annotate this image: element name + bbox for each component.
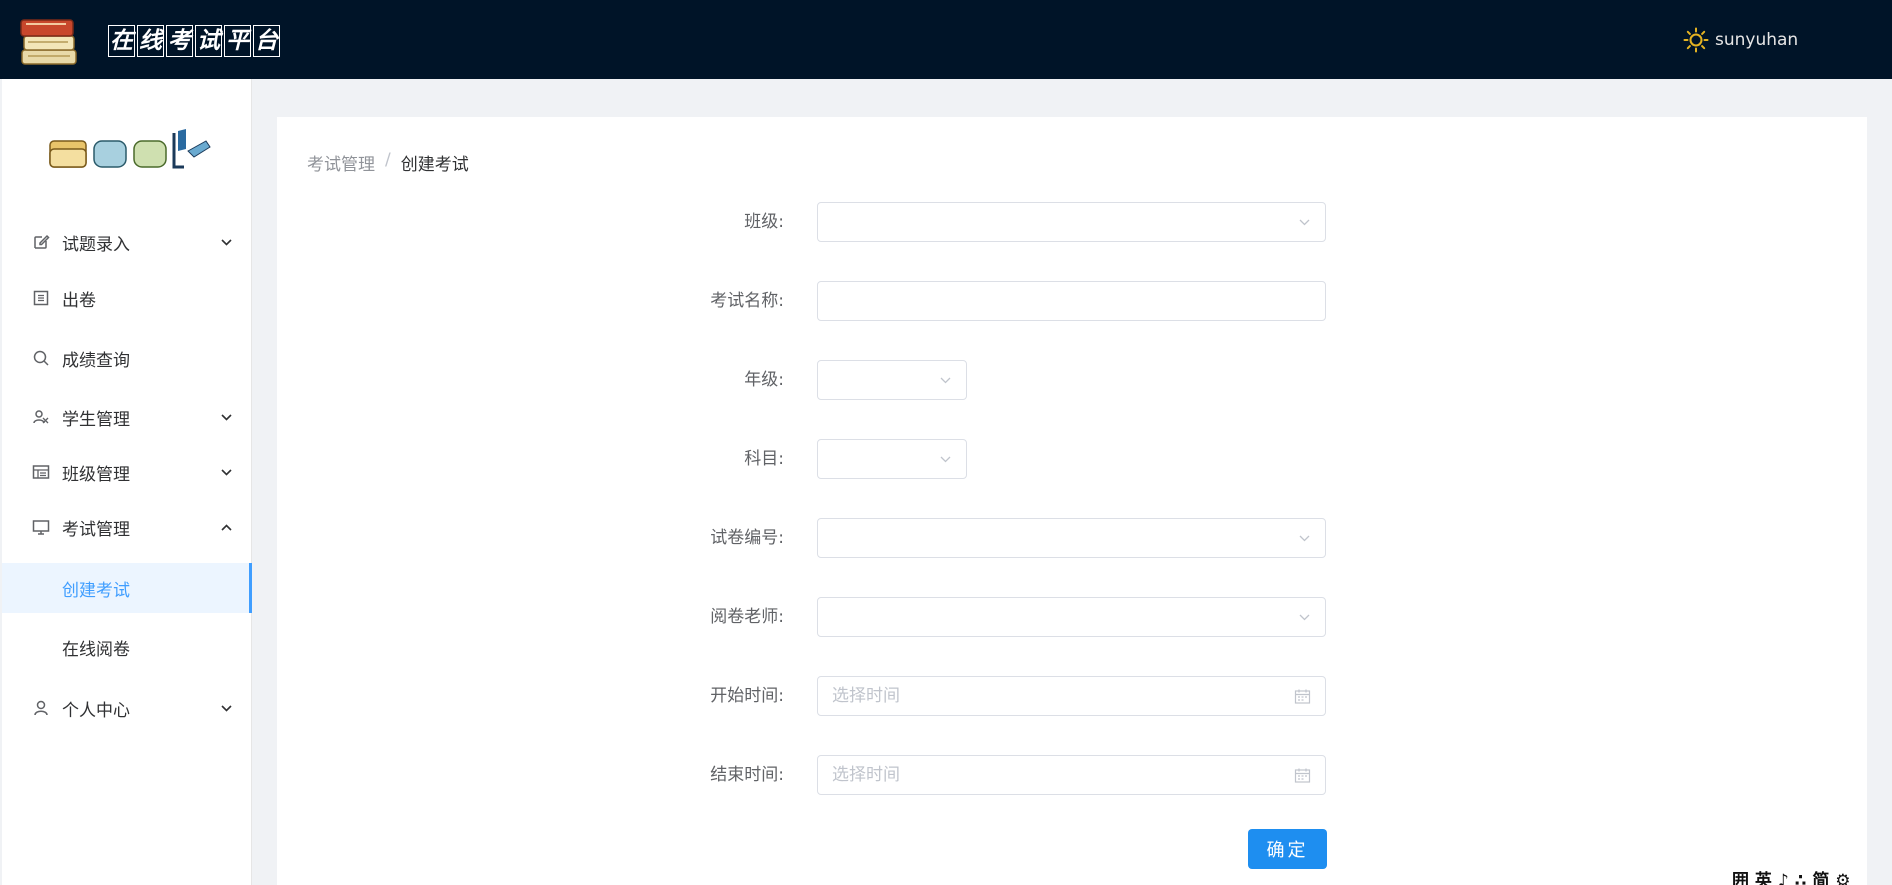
- form-row-class: 班级:: [277, 202, 1867, 242]
- chevron-down-icon: [1299, 535, 1310, 542]
- breadcrumb-create-exam: 创建考试: [400, 155, 469, 175]
- sidebar-item-score-query[interactable]: 成绩查询: [2, 330, 252, 386]
- form-row-end-time: 结束时间:: [277, 755, 1867, 795]
- sidebar-item-class-management[interactable]: 班级管理: [2, 444, 252, 500]
- sidebar-item-label: 学生管理: [62, 409, 130, 430]
- sidebar-item-personal-center[interactable]: 个人中心: [2, 680, 252, 736]
- main-card: 考试管理 / 创建考试 班级: 考试名称: 年级: 科目: 试卷编号: 阅卷老师…: [277, 117, 1867, 885]
- marking-teacher-select[interactable]: [817, 597, 1326, 637]
- sidebar-item-create-exam[interactable]: 创建考试: [2, 563, 252, 613]
- end-time-label: 结束时间:: [710, 765, 784, 785]
- app-title-char: 在: [108, 25, 135, 57]
- user-menu[interactable]: sunyuhan: [1683, 27, 1798, 53]
- subject-select[interactable]: [817, 439, 967, 479]
- form-row-grade: 年级:: [277, 360, 1867, 400]
- paper-number-label: 试卷编号:: [710, 528, 784, 548]
- grade-select[interactable]: [817, 360, 967, 400]
- app-title-char: 考: [166, 25, 193, 57]
- ime-toolbar-text: 囲 英 ♪ ∴ 简 ⚙: [1732, 871, 1851, 885]
- grade-label: 年级:: [744, 370, 784, 390]
- chevron-down-icon: [221, 413, 232, 421]
- calendar-icon: [1294, 768, 1311, 783]
- breadcrumb-exam-management[interactable]: 考试管理: [307, 150, 375, 175]
- user-icon: [34, 700, 48, 716]
- top-header: 在 线 考 试 平 台 sunyuhan: [0, 0, 1892, 79]
- breadcrumb-separator: /: [385, 150, 391, 170]
- edit-icon: [34, 234, 50, 249]
- app-title: 在 线 考 试 平 台: [108, 25, 280, 57]
- sidebar-item-label: 创建考试: [62, 580, 130, 601]
- ime-toolbar[interactable]: 囲 英 ♪ ∴ 简 ⚙: [1732, 866, 1851, 885]
- confirm-button[interactable]: 确定: [1248, 829, 1327, 869]
- sidebar-item-label: 试题录入: [62, 234, 130, 255]
- start-time-picker: [817, 676, 1326, 716]
- end-time-picker: [817, 755, 1326, 795]
- exam-name-label: 考试名称:: [710, 291, 784, 311]
- exam-name-input[interactable]: [818, 282, 1325, 320]
- form-row-exam-name: 考试名称:: [277, 281, 1867, 321]
- search-icon: [33, 350, 49, 366]
- app-title-char: 试: [195, 25, 222, 57]
- sidebar-item-make-paper[interactable]: 出卷: [2, 270, 252, 326]
- breadcrumb: 考试管理 / 创建考试: [307, 150, 469, 175]
- chevron-up-icon: [221, 523, 232, 531]
- chevron-down-icon: [1299, 219, 1310, 226]
- sidebar-item-label: 成绩查询: [62, 350, 130, 371]
- sidebar-item-label: 个人中心: [62, 700, 130, 721]
- sidebar: 试题录入 出卷 成绩查询 学生管理 班级管理 考试管理 创建考试 在线阅卷 个人…: [2, 79, 252, 885]
- book-logo-icon: [49, 129, 211, 169]
- sidebar-item-label: 在线阅卷: [62, 639, 130, 660]
- chevron-down-icon: [221, 468, 232, 476]
- chevron-down-icon: [940, 377, 951, 384]
- start-time-input[interactable]: [818, 677, 1325, 715]
- start-time-label: 开始时间:: [710, 686, 784, 706]
- marking-teacher-label: 阅卷老师:: [710, 607, 784, 627]
- chevron-down-icon: [940, 456, 951, 463]
- app-title-char: 台: [253, 25, 280, 57]
- app-title-char: 平: [224, 25, 251, 57]
- form-row-start-time: 开始时间:: [277, 676, 1867, 716]
- paper-number-select[interactable]: [817, 518, 1326, 558]
- sidebar-item-exam-management[interactable]: 考试管理: [2, 499, 252, 555]
- monitor-icon: [32, 520, 50, 535]
- sidebar-item-label: 班级管理: [62, 464, 130, 485]
- chevron-down-icon: [221, 704, 232, 712]
- sidebar-item-student-management[interactable]: 学生管理: [2, 389, 252, 445]
- form-row-paper-number: 试卷编号:: [277, 518, 1867, 558]
- sidebar-item-online-marking[interactable]: 在线阅卷: [2, 620, 252, 674]
- class-select[interactable]: [817, 202, 1326, 242]
- form-row-subject: 科目:: [277, 439, 1867, 479]
- exam-name-field: [817, 281, 1326, 321]
- form-row-marking-teacher: 阅卷老师:: [277, 597, 1867, 637]
- books-logo-icon: [20, 19, 77, 65]
- class-label: 班级:: [744, 212, 784, 232]
- sun-icon: [1683, 27, 1709, 53]
- username[interactable]: sunyuhan: [1715, 30, 1798, 50]
- table-icon: [32, 465, 50, 479]
- chevron-down-icon: [221, 238, 232, 246]
- chevron-down-icon: [1299, 614, 1310, 621]
- end-time-input[interactable]: [818, 756, 1325, 794]
- sidebar-item-label: 出卷: [62, 290, 96, 311]
- sidebar-item-label: 考试管理: [62, 519, 130, 540]
- subject-label: 科目:: [744, 449, 784, 469]
- user-group-icon: [33, 410, 49, 424]
- sidebar-item-question-entry[interactable]: 试题录入: [2, 214, 252, 270]
- calendar-icon: [1294, 689, 1311, 704]
- app-title-char: 线: [137, 25, 164, 57]
- document-icon: [33, 290, 49, 306]
